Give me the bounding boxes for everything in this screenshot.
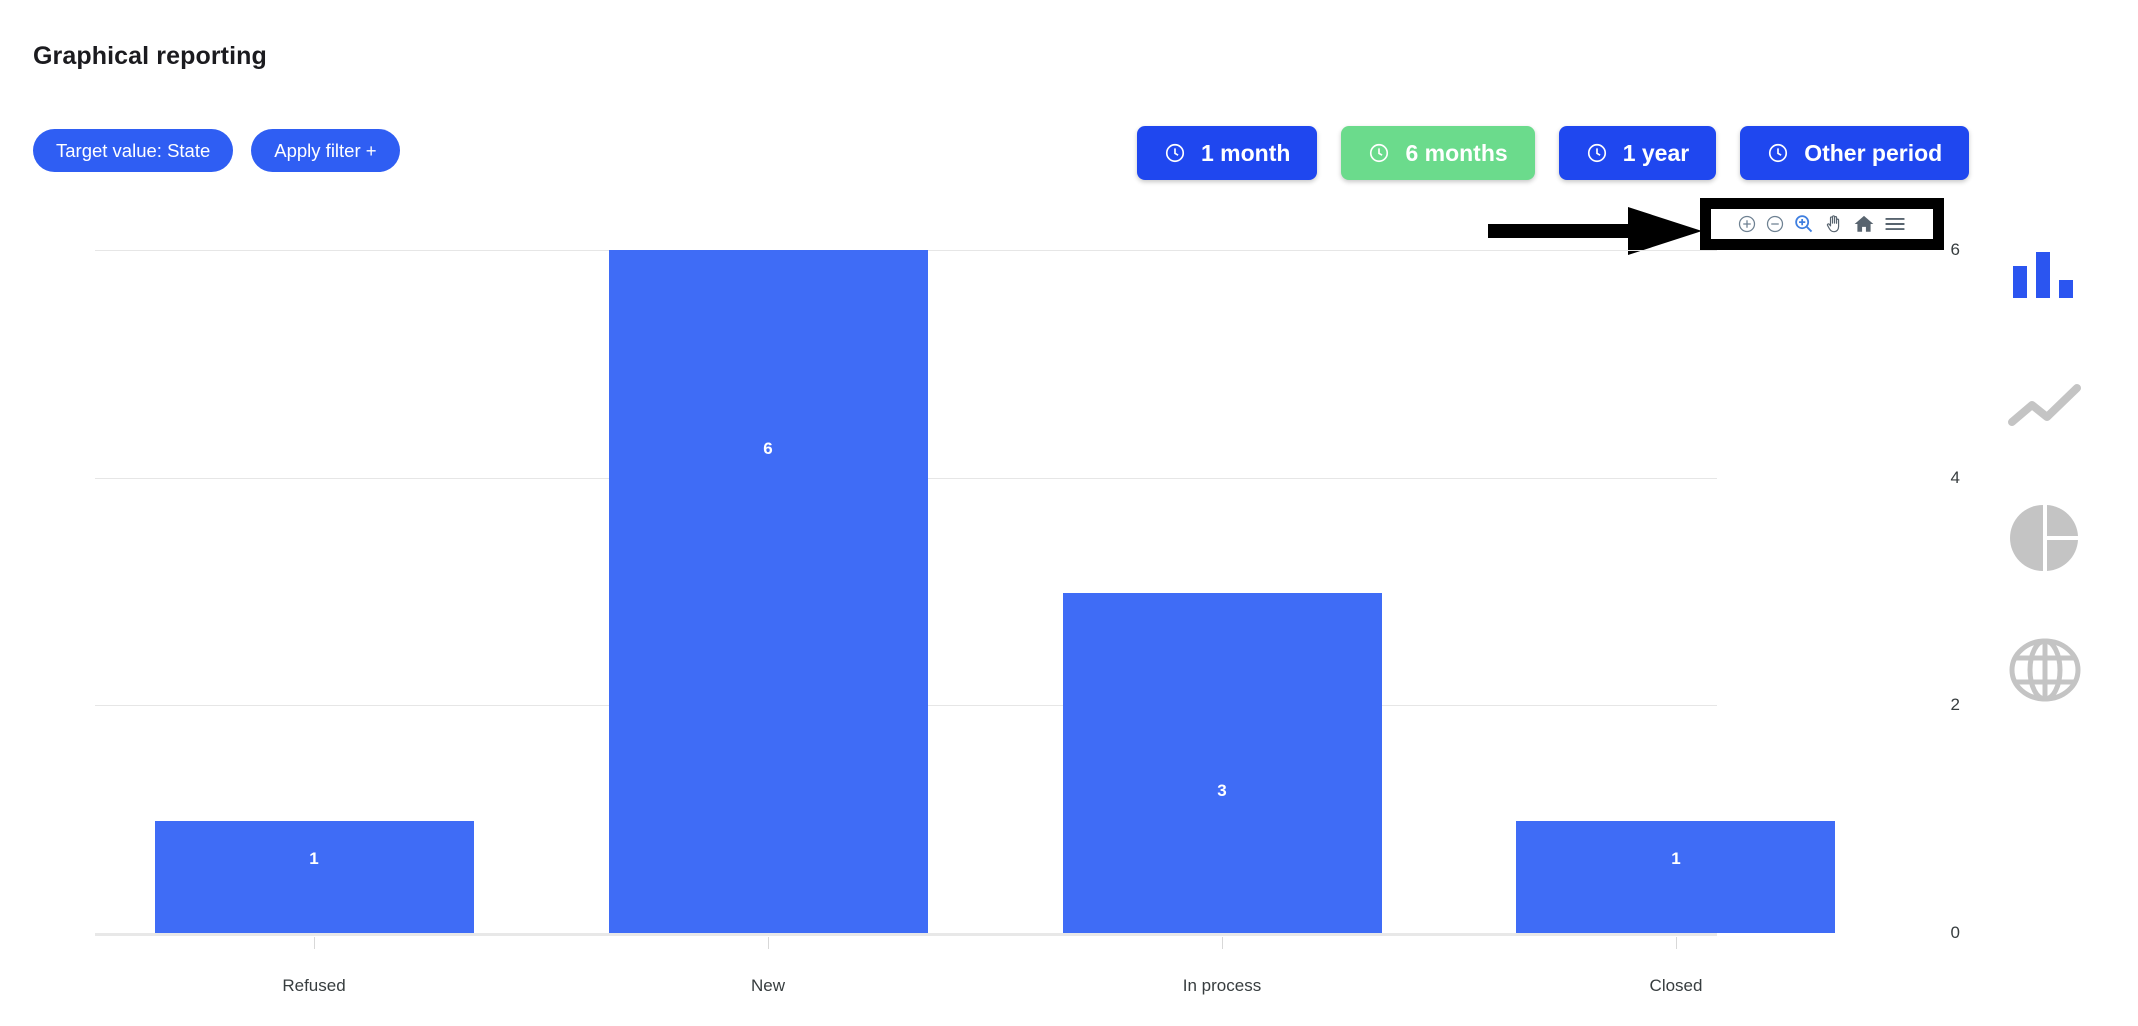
bar-value-label: 6 — [763, 439, 773, 458]
filter-pill-apply-filter[interactable]: Apply filter + — [251, 129, 400, 172]
y-axis-tick: 4 — [1950, 468, 1960, 487]
x-axis-label-closed: Closed — [1649, 976, 1703, 995]
clock-icon — [1164, 142, 1186, 164]
pie-chart-icon — [2008, 501, 2082, 580]
period-button-other-period[interactable]: Other period — [1740, 126, 1970, 180]
filter-pill-label: Target value: State — [56, 139, 211, 161]
x-axis-label-in-process: In process — [1182, 976, 1262, 995]
chart-type-line[interactable] — [1985, 342, 2105, 474]
period-button-1-month[interactable]: 1 month — [1137, 126, 1318, 180]
chart-type-pie[interactable] — [1985, 474, 2105, 606]
bar-in-process[interactable] — [1063, 593, 1382, 933]
bar-value-label: 1 — [1671, 849, 1681, 868]
period-button-label: 1 month — [1201, 139, 1291, 166]
chart-type-rail — [1985, 210, 2105, 738]
y-axis-tick: 6 — [1950, 240, 1960, 259]
filter-pill-target-value[interactable]: Target value: State — [33, 129, 234, 172]
clock-icon — [1368, 142, 1390, 164]
bar-new[interactable] — [609, 250, 928, 933]
x-axis-tick-mark — [314, 937, 315, 949]
graphical-reporting-page: Graphical reporting Target value: State … — [0, 0, 2138, 1026]
chart-type-bar[interactable] — [1985, 210, 2105, 342]
page-title: Graphical reporting — [33, 42, 267, 70]
bar-value-label: 1 — [309, 849, 319, 868]
period-button-1-year[interactable]: 1 year — [1558, 126, 1717, 180]
x-axis-baseline — [95, 933, 1717, 936]
chart-type-map[interactable] — [1985, 606, 2105, 738]
x-axis-label-new: New — [750, 976, 786, 995]
bar-chart: 6 4 2 0 1 6 3 1 Refused New In process C… — [0, 215, 1960, 995]
map-globe-icon — [2008, 633, 2082, 712]
period-selector-group: 1 month 6 months 1 year Other period — [1137, 126, 1970, 180]
period-button-label: Other period — [1804, 139, 1943, 166]
bar-value-label: 3 — [1217, 781, 1227, 800]
period-button-6-months[interactable]: 6 months — [1341, 126, 1535, 180]
y-axis-tick: 0 — [1950, 923, 1960, 942]
bar-refused[interactable] — [155, 821, 474, 933]
y-axis-tick: 2 — [1950, 695, 1960, 714]
period-button-label: 1 year — [1622, 139, 1690, 166]
x-axis-label-refused: Refused — [282, 976, 346, 995]
x-axis-tick-mark — [1676, 937, 1677, 949]
x-axis-tick-mark — [768, 937, 769, 949]
bar-closed[interactable] — [1516, 821, 1835, 933]
period-button-label: 6 months — [1405, 139, 1508, 166]
x-axis-tick-mark — [1222, 937, 1223, 949]
filter-pill-group: Target value: State Apply filter + — [33, 129, 400, 172]
line-chart-icon — [2007, 380, 2083, 437]
clock-icon — [1767, 142, 1789, 164]
clock-icon — [1586, 142, 1608, 164]
bar-chart-icon — [2007, 244, 2083, 309]
filter-pill-label: Apply filter + — [274, 139, 377, 161]
